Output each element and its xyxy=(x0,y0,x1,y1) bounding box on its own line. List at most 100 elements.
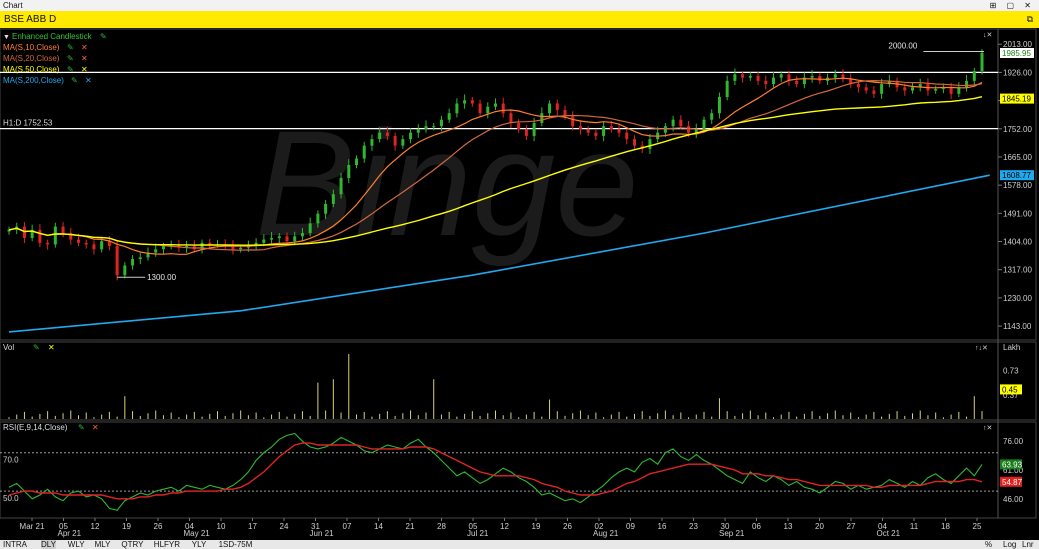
rsi-red-line xyxy=(8,442,983,500)
candle-body xyxy=(509,113,513,123)
scale-log-button[interactable]: Log xyxy=(1003,540,1016,549)
candle-body xyxy=(115,246,119,276)
candle-body xyxy=(795,80,799,85)
candle-body xyxy=(370,139,374,146)
candle-body xyxy=(911,87,914,91)
candle-body xyxy=(818,75,822,81)
candle-body xyxy=(524,129,528,136)
candle-body xyxy=(602,126,606,136)
volume-edit-icon: ✎ xyxy=(33,343,40,352)
candle-body xyxy=(46,242,50,245)
tab-yly[interactable]: YLY xyxy=(192,540,207,549)
x-tick-label: 21 xyxy=(406,522,415,531)
candle-body xyxy=(385,132,389,136)
volume-label: Vol xyxy=(3,343,14,352)
candle-body xyxy=(578,126,582,130)
legend-remove-icon: ✕ xyxy=(81,54,88,63)
tab-intra[interactable]: INTRA xyxy=(3,540,27,549)
chart-canvas[interactable]: Binge2013.001926.001839.001752.001665.00… xyxy=(0,28,1039,540)
x-tick-label: 27 xyxy=(847,522,856,531)
rsi-level-label: 70.0 xyxy=(3,456,19,465)
candle-body xyxy=(316,213,320,224)
candle-body xyxy=(239,247,243,250)
candle-body xyxy=(208,242,212,245)
candle-body xyxy=(254,242,258,245)
candle-body xyxy=(355,158,358,166)
symbol-label[interactable]: BSE ABB D xyxy=(4,11,56,28)
legend-item-label: MA(S,200,Close) xyxy=(3,76,64,85)
x-tick-label: 13 xyxy=(784,522,793,531)
candle-body xyxy=(748,75,752,78)
candle-body xyxy=(741,74,745,78)
candle-body xyxy=(756,75,760,81)
x-month-label: Sep 21 xyxy=(719,529,745,538)
x-tick-label: 17 xyxy=(248,522,257,531)
rsi-badge-label: 63.93 xyxy=(1002,460,1023,469)
x-tick-label: 12 xyxy=(91,522,100,531)
candle-body xyxy=(555,103,559,110)
candle-body xyxy=(324,203,328,214)
tab-wly[interactable]: WLY xyxy=(68,540,85,549)
price-tick-label: 1230.00 xyxy=(1003,294,1032,303)
tab-hlfyr[interactable]: HLFYR xyxy=(154,540,180,549)
legend-edit-icon: ✎ xyxy=(67,43,74,52)
candle-body xyxy=(856,84,860,88)
candle-body xyxy=(501,103,505,114)
price-tick-label: 2013.00 xyxy=(1003,40,1032,49)
candle-body xyxy=(571,116,575,127)
symbol-bar: BSE ABB D ⧉ xyxy=(0,11,1039,28)
candle-body xyxy=(362,145,366,159)
window-title: Chart xyxy=(3,1,23,10)
candle-body xyxy=(594,132,598,136)
x-tick-label: 26 xyxy=(154,522,163,531)
scale-percent-button[interactable]: % xyxy=(985,540,992,549)
candle-body xyxy=(277,236,281,238)
tab-dly[interactable]: DLY xyxy=(41,540,56,549)
legend-item-label: MA(S,20,Close) xyxy=(3,54,60,63)
candle-body xyxy=(92,244,96,250)
candle-body xyxy=(463,100,467,104)
candle-body xyxy=(609,126,613,130)
price-tick-label: 1926.00 xyxy=(1003,68,1032,77)
candle-body xyxy=(717,97,721,114)
x-tick-label: 26 xyxy=(563,522,572,531)
candle-body xyxy=(331,194,335,204)
x-tick-label: 07 xyxy=(343,522,352,531)
rsi-panel-frame xyxy=(0,421,1037,519)
rsi-tick-label: 76.00 xyxy=(1003,437,1024,446)
rsi-label: RSI(E,9,14,Close) xyxy=(3,423,68,432)
panel-controls-icon: ↓✕ xyxy=(983,32,992,39)
candle-body xyxy=(308,223,312,234)
candle-body xyxy=(38,229,42,243)
price-tick-label: 1578.00 xyxy=(1003,181,1032,190)
candle-body xyxy=(53,226,57,245)
candle-body xyxy=(633,139,636,146)
price-badge-label: 1608.77 xyxy=(1002,171,1031,180)
scale-lnr-button[interactable]: Lnr xyxy=(1022,540,1034,549)
annotation-low-label: 1300.00 xyxy=(147,273,176,282)
candle-body xyxy=(424,126,428,130)
candle-body xyxy=(725,80,729,98)
tab-qtry[interactable]: QTRY xyxy=(121,540,143,549)
candle-body xyxy=(934,88,938,91)
price-badge-label: 1985.95 xyxy=(1002,49,1031,58)
price-tick-label: 1491.00 xyxy=(1003,209,1032,218)
rsi-level-label: 50.0 xyxy=(3,494,19,503)
volume-tick-label: 0.73 xyxy=(1003,366,1019,375)
candle-body xyxy=(262,239,266,243)
tab-mly[interactable]: MLY xyxy=(95,540,111,549)
window-controls[interactable]: ⊞ ▢ ✕ xyxy=(990,0,1035,11)
candle-body xyxy=(702,119,706,130)
tab-1sd-75m[interactable]: 1SD-75M xyxy=(219,540,253,549)
candle-body xyxy=(439,119,443,127)
price-tick-label: 1143.00 xyxy=(1003,322,1032,331)
candle-body xyxy=(486,106,490,114)
candle-body xyxy=(347,165,351,179)
candle-body xyxy=(401,139,405,146)
restore-icon[interactable]: ⧉ xyxy=(1027,11,1033,28)
window-titlebar: Chart ⊞ ▢ ✕ xyxy=(0,0,1039,11)
legend-remove-icon: ✕ xyxy=(85,76,92,85)
candle-body xyxy=(339,178,343,195)
legend-collapse-icon: ▼ xyxy=(3,34,10,41)
candle-body xyxy=(494,103,497,107)
